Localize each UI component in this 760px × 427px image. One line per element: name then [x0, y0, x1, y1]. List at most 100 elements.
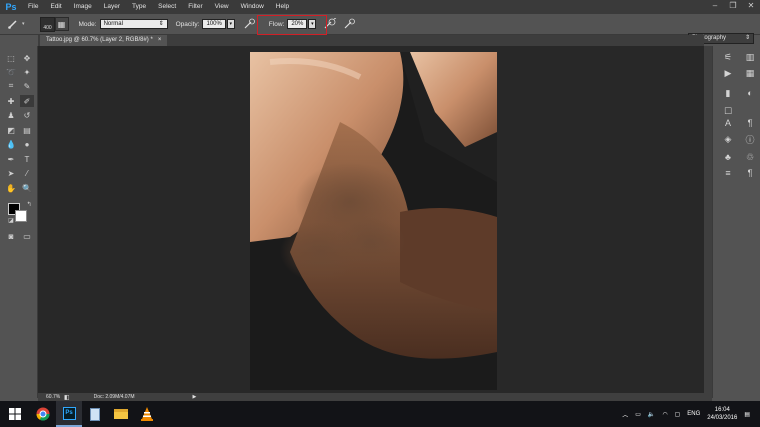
vlc-taskbar-icon[interactable] [134, 401, 160, 427]
clock-date: 24/03/2016 [707, 415, 738, 421]
clock[interactable]: 16:04 24/03/2016 [707, 406, 737, 422]
chrome-taskbar-icon[interactable] [30, 401, 56, 427]
pressure-size-icon[interactable] [343, 18, 356, 30]
notification-icon[interactable]: ▢ [675, 411, 681, 418]
menu-window[interactable]: Window [235, 0, 270, 14]
windows-taskbar: Ps ︿ ▭ 🔈 ◠ ▢ ENG 16:04 24/03/2016 ▤ [0, 401, 760, 427]
windows-logo-icon [9, 408, 21, 420]
photoshop-logo: Ps [5, 2, 17, 12]
menu-view[interactable]: View [209, 0, 235, 14]
zoom-tool-icon[interactable]: 🔍 [20, 182, 34, 194]
line-tool-icon[interactable]: ⁄ [20, 167, 34, 179]
status-menu-arrow-icon[interactable]: ▶ [193, 394, 197, 400]
action-center-icon[interactable]: ▤ [744, 411, 750, 418]
marquee-tool-icon[interactable]: ⬚ [4, 52, 18, 64]
menu-file[interactable]: File [22, 0, 44, 14]
photoshop-app-icon: Ps [62, 406, 76, 420]
menu-select[interactable]: Select [152, 0, 182, 14]
lasso-tool-icon[interactable]: ➰ [4, 66, 18, 78]
document-image[interactable] [250, 52, 497, 390]
type-tool-icon[interactable]: T [20, 153, 34, 165]
layers-panel-icon[interactable]: ◈ [721, 132, 735, 146]
panel-dock: ⚟ ▥ ▶ ▦ ▮ ◐ ☐ A ¶ ◈ ⓘ ♣ ♲ ≡ ¶ [712, 46, 760, 398]
volume-icon[interactable]: 🔈 [648, 411, 655, 418]
opacity-label: Opacity: [175, 20, 200, 28]
status-bar: 60.7% ◧ Doc: 2.09M/4.07M ▶ [38, 393, 712, 401]
adjustments-panel-icon[interactable]: ◐ [743, 86, 757, 100]
close-tab-icon[interactable]: × [158, 35, 162, 46]
menu-bar: Ps File Edit Image Layer Type Select Fil… [0, 0, 760, 14]
brush-panel-toggle-icon[interactable]: ▦ [54, 17, 69, 31]
options-bar: ▾ 400 ▦ Mode: Normal ⇕ Opacity: 100% ▾ Fl… [0, 14, 760, 44]
document-tab[interactable]: Tattoo.jpg @ 60.7% (Layer 2, RGB/8#) * × [40, 35, 168, 46]
default-colors-icon[interactable]: ◪ [4, 214, 18, 226]
paths-panel-icon[interactable]: ¶ [743, 166, 757, 180]
vertical-scrollbar[interactable] [704, 46, 712, 393]
gradient-tool-icon[interactable]: ▤ [20, 124, 34, 136]
crop-tool-icon[interactable]: ⌗ [4, 80, 18, 92]
magic-wand-tool-icon[interactable]: ✦ [20, 66, 34, 78]
file-explorer-taskbar-icon[interactable] [108, 401, 134, 427]
character-panel-icon[interactable]: A [721, 116, 735, 130]
mode-select[interactable]: Normal ⇕ [99, 19, 168, 29]
chevron-up-icon[interactable]: ︿ [622, 410, 628, 419]
language-indicator[interactable]: ENG [687, 411, 700, 417]
notepad-taskbar-icon[interactable] [82, 401, 108, 427]
chevron-updown-icon: ⇕ [744, 35, 750, 41]
histogram-panel-icon[interactable]: ▮ [721, 86, 735, 100]
close-button[interactable]: ✕ [742, 0, 760, 10]
paragraph-panel-icon[interactable]: ¶ [743, 116, 757, 130]
flow-highlight-box [257, 15, 327, 35]
path-selection-tool-icon[interactable]: ➤ [4, 167, 18, 179]
pressure-opacity-icon[interactable] [243, 18, 255, 30]
restore-button[interactable]: ❐ [724, 0, 742, 10]
minimize-button[interactable]: – [706, 0, 724, 10]
pen-tool-icon[interactable]: ✒ [4, 153, 18, 165]
properties-panel-icon[interactable]: ⓘ [743, 132, 757, 146]
swatches-panel-icon[interactable]: ▦ [743, 66, 757, 80]
clone-source-panel-icon[interactable]: ♣ [721, 150, 735, 164]
brush-size-picker[interactable]: 400 [40, 17, 55, 32]
opacity-dropdown-button[interactable]: ▾ [226, 19, 235, 29]
brush-presets-panel-icon[interactable]: ≡ [721, 166, 735, 180]
channels-panel-icon[interactable]: ♲ [743, 150, 757, 164]
system-tray: ︿ ▭ 🔈 ◠ ▢ ENG 16:04 24/03/2016 ▤ [622, 401, 760, 427]
brush-tool-icon[interactable]: ✐ [20, 95, 34, 107]
document-tab-bar: Tattoo.jpg @ 60.7% (Layer 2, RGB/8#) * × [38, 35, 704, 46]
start-button[interactable] [0, 401, 30, 427]
history-brush-tool-icon[interactable]: ↺ [20, 109, 34, 121]
menu-filter[interactable]: Filter [182, 0, 208, 14]
network-icon[interactable]: ▭ [635, 411, 641, 418]
blur-tool-icon[interactable]: 💧 [4, 138, 18, 150]
move-tool-icon[interactable]: ✥ [20, 52, 34, 64]
menu-type[interactable]: Type [126, 0, 152, 14]
status-info-icon[interactable]: ◧ [64, 394, 70, 401]
quick-mask-icon[interactable]: ◙ [4, 230, 18, 242]
actions-panel-icon[interactable]: ▶ [721, 66, 735, 80]
history-panel-icon[interactable]: ⚟ [721, 50, 735, 64]
screen-mode-icon[interactable]: ▭ [20, 230, 34, 242]
brush-size-value: 400 [43, 25, 52, 31]
color-panel-icon[interactable]: ▥ [743, 50, 757, 64]
chevron-updown-icon: ⇕ [158, 21, 164, 27]
menu-image[interactable]: Image [68, 0, 98, 14]
menu-layer[interactable]: Layer [98, 0, 126, 14]
photoshop-taskbar-icon[interactable]: Ps [56, 401, 82, 427]
swap-colors-icon[interactable]: ↰ [22, 198, 36, 210]
menu-help[interactable]: Help [270, 0, 295, 14]
clock-time: 16:04 [714, 407, 730, 413]
brush-tool-preset-icon[interactable] [6, 17, 20, 31]
hand-tool-icon[interactable]: ✋ [4, 182, 18, 194]
menu-edit[interactable]: Edit [44, 0, 67, 14]
dodge-tool-icon[interactable]: ● [20, 138, 34, 150]
eraser-tool-icon[interactable]: ◩ [4, 124, 18, 136]
opacity-field[interactable]: 100% [202, 19, 226, 29]
clone-stamp-tool-icon[interactable]: ♟ [4, 109, 18, 121]
zoom-level[interactable]: 60.7% [38, 394, 64, 400]
window-controls: – ❐ ✕ [706, 0, 760, 12]
wifi-icon[interactable]: ◠ [662, 411, 667, 418]
eyedropper-tool-icon[interactable]: ✎ [20, 80, 34, 92]
document-icon [90, 407, 100, 421]
healing-brush-tool-icon[interactable]: ✚ [4, 95, 18, 107]
document-tab-title: Tattoo.jpg @ 60.7% (Layer 2, RGB/8#) * [46, 37, 153, 43]
